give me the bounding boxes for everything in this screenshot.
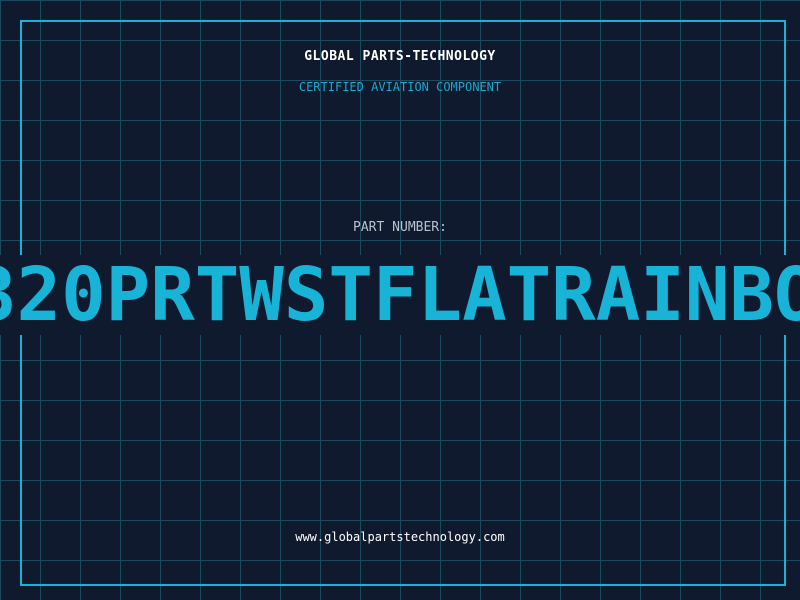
certification-subtitle: CERTIFIED AVIATION COMPONENT [298,80,502,94]
company-name: GLOBAL PARTS-TECHNOLOGY [304,49,496,64]
certificate-canvas: GLOBAL PARTS-TECHNOLOGY CERTIFIED AVIATI… [0,0,800,600]
website-url: www.globalpartstechnology.com [295,530,505,544]
part-number-label: PART NUMBER: [353,220,447,235]
part-number-band: 320PRTWSTFLATRAINBO [0,255,800,335]
part-number-value: 320PRTWSTFLATRAINBO [0,255,800,335]
